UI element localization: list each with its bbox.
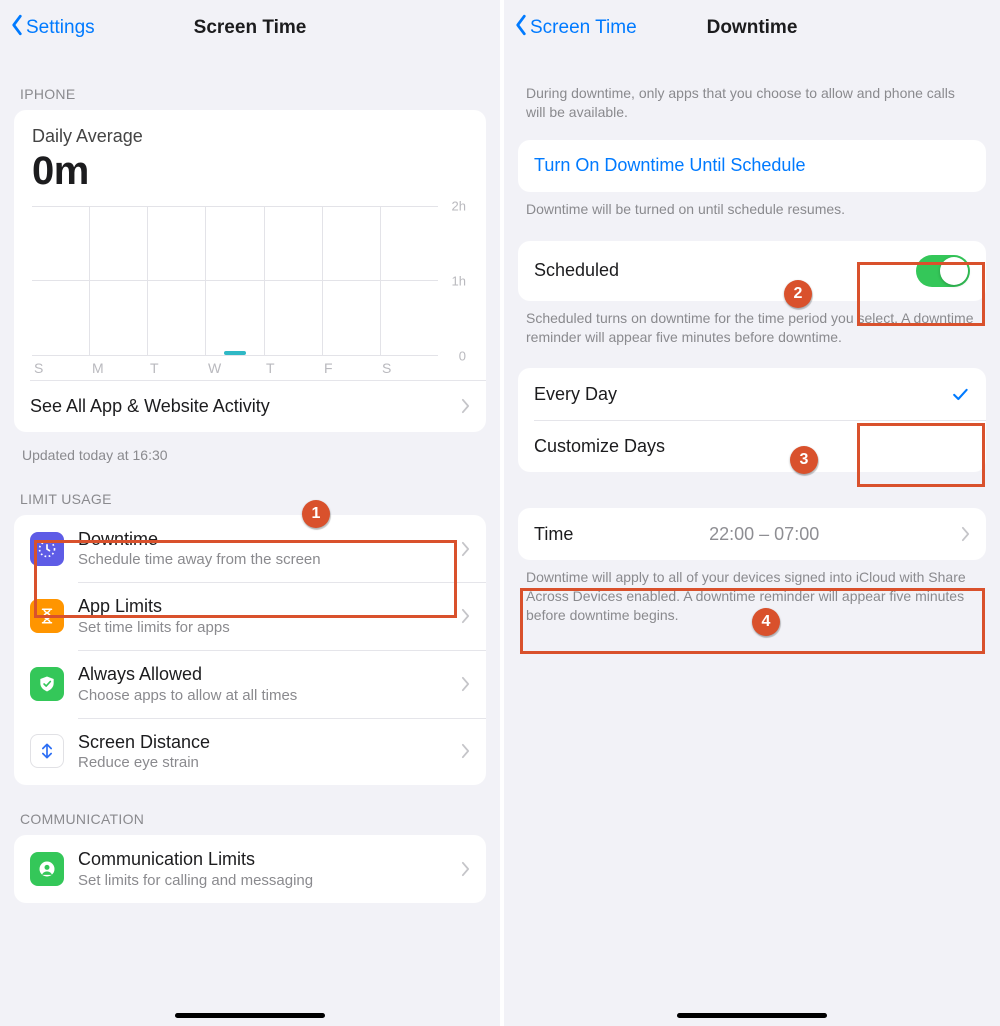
page-title: Downtime: [707, 17, 798, 39]
every-day-row[interactable]: Every Day: [518, 368, 986, 420]
customize-days-row[interactable]: Customize Days: [518, 420, 986, 472]
page-title: Screen Time: [194, 17, 307, 39]
back-label: Screen Time: [530, 17, 637, 39]
app-limits-row[interactable]: App Limits Set time limits for apps: [14, 582, 486, 650]
downtime-icon: [30, 532, 64, 566]
downtime-sub: Schedule time away from the screen: [78, 551, 461, 568]
checkmark-icon: [950, 384, 970, 404]
turn-on-label: Turn On Downtime Until Schedule: [534, 155, 805, 176]
see-all-label: See All App & Website Activity: [30, 396, 270, 417]
time-footnote: Downtime will apply to all of your devic…: [518, 560, 986, 625]
always-allowed-row[interactable]: Always Allowed Choose apps to allow at a…: [14, 650, 486, 718]
days-card: Every Day Customize Days: [518, 368, 986, 472]
navbar-left: Settings Screen Time: [0, 0, 500, 56]
see-all-activity-row[interactable]: See All App & Website Activity: [14, 380, 486, 432]
chevron-left-icon: [10, 14, 24, 42]
updated-label: Updated today at 16:30: [14, 432, 486, 465]
section-header-iphone: IPHONE: [14, 56, 486, 110]
chevron-right-icon: [461, 861, 470, 877]
every-day-label: Every Day: [534, 384, 617, 405]
time-value: 22:00 – 07:00: [709, 524, 819, 545]
communication-card: Communication Limits Set limits for call…: [14, 835, 486, 903]
scheduled-label: Scheduled: [534, 260, 619, 281]
screen-distance-title: Screen Distance: [78, 732, 461, 754]
screen-distance-row[interactable]: Screen Distance Reduce eye strain: [14, 718, 486, 786]
limit-usage-card: Downtime Schedule time away from the scr…: [14, 515, 486, 785]
section-header-limit: LIMIT USAGE: [14, 465, 486, 515]
back-label: Settings: [26, 17, 95, 39]
downtime-intro: During downtime, only apps that you choo…: [518, 56, 986, 140]
home-indicator[interactable]: [175, 1013, 325, 1018]
app-limits-title: App Limits: [78, 596, 461, 618]
chevron-right-icon: [461, 541, 470, 557]
person-icon: [30, 852, 64, 886]
chevron-left-icon: [514, 14, 528, 42]
turn-on-footnote: Downtime will be turned on until schedul…: [518, 192, 986, 219]
communication-limits-title: Communication Limits: [78, 849, 461, 871]
app-limits-sub: Set time limits for apps: [78, 619, 461, 636]
time-label: Time: [534, 524, 573, 545]
scheduled-card: Scheduled: [518, 241, 986, 301]
always-allowed-sub: Choose apps to allow at all times: [78, 687, 461, 704]
daily-average-label: Daily Average: [32, 126, 468, 147]
section-header-communication: COMMUNICATION: [14, 785, 486, 835]
home-indicator[interactable]: [677, 1013, 827, 1018]
chevron-right-icon: [461, 398, 470, 414]
downtime-pane: Screen Time Downtime During downtime, on…: [500, 0, 1000, 1026]
downtime-title: Downtime: [78, 529, 461, 551]
scheduled-footnote: Scheduled turns on downtime for the time…: [518, 301, 986, 347]
check-shield-icon: [30, 667, 64, 701]
back-button[interactable]: Screen Time: [514, 14, 637, 42]
scheduled-row: Scheduled: [518, 241, 986, 301]
communication-limits-sub: Set limits for calling and messaging: [78, 872, 461, 889]
chevron-right-icon: [461, 676, 470, 692]
distance-icon: [30, 734, 64, 768]
customize-days-label: Customize Days: [534, 436, 665, 457]
usage-chart: 2h1h0: [32, 206, 468, 356]
scheduled-toggle[interactable]: [916, 255, 970, 287]
chevron-right-icon: [961, 526, 970, 542]
hourglass-icon: [30, 599, 64, 633]
daily-average-value: 0m: [32, 149, 468, 194]
chevron-right-icon: [461, 743, 470, 759]
screen-time-pane: Settings Screen Time IPHONE Daily Averag…: [0, 0, 500, 1026]
time-row[interactable]: Time 22:00 – 07:00: [518, 508, 986, 560]
time-card: Time 22:00 – 07:00: [518, 508, 986, 560]
usage-card: Daily Average 0m 2h1h0 SMTWTFS See All A…: [14, 110, 486, 432]
always-allowed-title: Always Allowed: [78, 664, 461, 686]
turn-on-card: Turn On Downtime Until Schedule: [518, 140, 986, 192]
screen-distance-sub: Reduce eye strain: [78, 754, 461, 771]
turn-on-downtime-row[interactable]: Turn On Downtime Until Schedule: [518, 140, 986, 192]
back-button[interactable]: Settings: [10, 14, 95, 42]
navbar-right: Screen Time Downtime: [504, 0, 1000, 56]
chevron-right-icon: [461, 608, 470, 624]
communication-limits-row[interactable]: Communication Limits Set limits for call…: [14, 835, 486, 903]
downtime-row[interactable]: Downtime Schedule time away from the scr…: [14, 515, 486, 583]
